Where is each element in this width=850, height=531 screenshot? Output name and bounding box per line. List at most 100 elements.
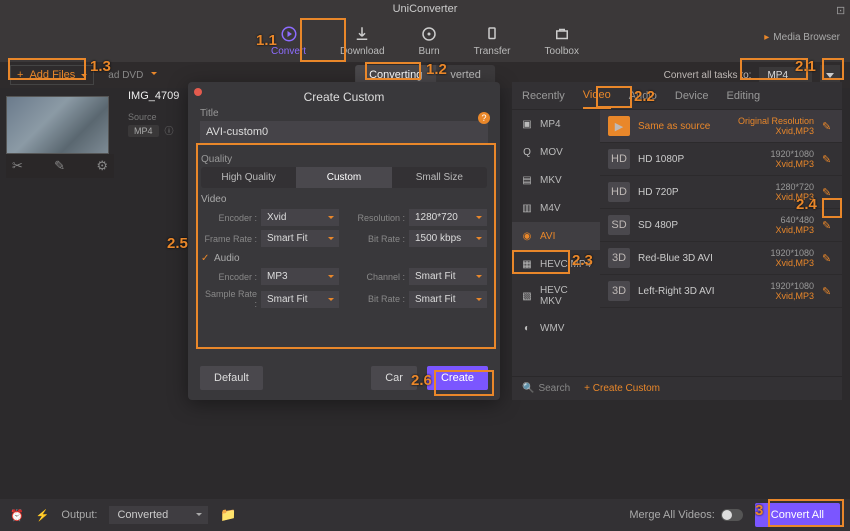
quality-tabs: High Quality Custom Small Size: [201, 167, 487, 188]
nav-burn-label: Burn: [419, 46, 440, 57]
annotation-2-1: 2.1: [795, 58, 816, 75]
edit-preset-icon[interactable]: ✎: [822, 120, 834, 132]
nav-burn[interactable]: Burn: [419, 24, 440, 57]
window-title: UniConverter: [0, 0, 850, 18]
open-folder-icon[interactable]: 📁: [220, 507, 236, 523]
annotation-1-1: 1.1: [256, 32, 277, 49]
help-icon[interactable]: ?: [478, 112, 490, 124]
default-button[interactable]: Default: [200, 366, 263, 390]
v-resolution-select[interactable]: 1280*720: [409, 209, 487, 226]
v-encoder-select[interactable]: Xvid: [261, 209, 339, 226]
tab-recently[interactable]: Recently: [522, 84, 565, 108]
quality-high[interactable]: High Quality: [201, 167, 296, 188]
edit-preset-icon[interactable]: ✎: [822, 186, 834, 198]
hevc-mp4-icon: ▦: [520, 257, 534, 271]
format-hevc-mkv[interactable]: ▧HEVC MKV: [512, 278, 600, 314]
tab-video[interactable]: Video: [583, 83, 611, 109]
v-framerate-select[interactable]: Smart Fit: [261, 230, 339, 247]
a-channel-select[interactable]: Smart Fit: [409, 268, 487, 285]
info-icon[interactable]: ⓘ: [165, 124, 174, 137]
edit-preset-icon[interactable]: ✎: [822, 153, 834, 165]
preset-3d-leftright[interactable]: 3D Left-Right 3D AVI 1920*1080Xvid,MP3 ✎: [600, 275, 842, 308]
source-label: Source: [128, 112, 179, 122]
preset-icon: HD: [608, 182, 630, 202]
format-mp4[interactable]: ▣MP4: [512, 110, 600, 138]
nav-transfer[interactable]: Transfer: [474, 24, 511, 57]
a-encoder-label: Encoder :: [201, 272, 257, 282]
annotation-2-5: 2.5: [167, 235, 188, 252]
search-icon: 🔍: [522, 383, 534, 394]
burn-icon: [419, 24, 439, 44]
mov-icon: Q: [520, 145, 534, 159]
a-encoder-select[interactable]: MP3: [261, 268, 339, 285]
v-encoder-label: Encoder :: [201, 213, 257, 223]
gpu-icon[interactable]: ⚡: [36, 509, 50, 522]
a-samplerate-select[interactable]: Smart Fit: [261, 291, 339, 308]
tab-editing[interactable]: Editing: [727, 84, 761, 108]
media-browser-link[interactable]: ▸ Media Browser: [764, 32, 840, 43]
add-files-button[interactable]: + Add Files: [10, 65, 94, 85]
window-control-icon[interactable]: ⊡: [836, 4, 846, 14]
format-panel: Recently Video Audio Device Editing ▣MP4…: [512, 82, 842, 400]
annotation-2-4: 2.4: [796, 196, 817, 213]
preset-3d-redblue[interactable]: 3D Red-Blue 3D AVI 1920*1080Xvid,MP3 ✎: [600, 242, 842, 275]
create-button[interactable]: Create: [427, 366, 488, 390]
search-presets[interactable]: 🔍Search: [522, 383, 570, 394]
format-avi[interactable]: ◉AVI: [512, 222, 600, 250]
close-modal-icon[interactable]: [194, 88, 202, 96]
mkv-icon: ▤: [520, 173, 534, 187]
hevc-mkv-icon: ▧: [520, 289, 534, 303]
preset-icon: HD: [608, 149, 630, 169]
quality-small[interactable]: Small Size: [392, 167, 487, 188]
quality-label: Quality: [201, 154, 487, 165]
custom-title-input[interactable]: [200, 121, 488, 143]
preset-same-as-source[interactable]: ▶ Same as source Original ResolutionXvid…: [600, 110, 842, 143]
format-mov[interactable]: QMOV: [512, 138, 600, 166]
format-category-tabs: Recently Video Audio Device Editing: [512, 82, 842, 110]
preset-hd-1080p[interactable]: HD HD 1080P 1920*1080Xvid,MP3 ✎: [600, 143, 842, 176]
output-path-select[interactable]: Converted: [109, 506, 208, 524]
edit-preset-icon[interactable]: ✎: [822, 219, 834, 231]
a-channel-label: Channel :: [349, 272, 405, 282]
v-bitrate-select[interactable]: 1500 kbps: [409, 230, 487, 247]
schedule-icon[interactable]: ⏰: [10, 509, 24, 522]
annotation-2-6: 2.6: [411, 372, 432, 389]
create-custom-link[interactable]: + Create Custom: [584, 383, 660, 394]
toolbox-icon: [552, 24, 572, 44]
a-bitrate-select[interactable]: Smart Fit: [409, 291, 487, 308]
output-label: Output:: [61, 509, 97, 521]
edit-preset-icon[interactable]: ✎: [822, 252, 834, 264]
nav-download[interactable]: Download: [340, 24, 384, 57]
video-thumbnail[interactable]: [6, 96, 109, 154]
format-mkv[interactable]: ▤MKV: [512, 166, 600, 194]
create-custom-modal: Create Custom Title ? Quality High Quali…: [188, 82, 500, 400]
merge-toggle-row: Merge All Videos:: [629, 509, 742, 521]
thumb-tools: ✂ ✎ ⚙: [6, 154, 114, 178]
edit-preset-icon[interactable]: ✎: [822, 285, 834, 297]
annotation-1-3: 1.3: [90, 58, 111, 75]
tab-device[interactable]: Device: [675, 84, 709, 108]
audio-check-icon[interactable]: ✓: [201, 253, 211, 263]
annotation-2-2: 2.2: [634, 88, 655, 105]
format-m4v[interactable]: ▥M4V: [512, 194, 600, 222]
add-files-label: Add Files: [29, 69, 75, 81]
v-framerate-label: Frame Rate :: [201, 234, 257, 244]
main-nav: Convert Download Burn Transfer Toolbox ▸…: [0, 18, 850, 62]
settings-box: Quality High Quality Custom Small Size V…: [200, 147, 488, 316]
edit-icon[interactable]: ✎: [54, 158, 65, 174]
v-bitrate-label: Bit Rate :: [349, 234, 405, 244]
nav-toolbox[interactable]: Toolbox: [545, 24, 579, 57]
convert-icon: [279, 24, 299, 44]
preset-sd-480p[interactable]: SD SD 480P 640*480Xvid,MP3 ✎: [600, 209, 842, 242]
quality-custom[interactable]: Custom: [296, 167, 391, 188]
settings-icon[interactable]: ⚙: [96, 158, 108, 174]
nav-download-label: Download: [340, 46, 384, 57]
convert-all-button[interactable]: Convert All: [755, 503, 840, 527]
annotation-1-2: 1.2: [426, 61, 447, 78]
merge-toggle[interactable]: [721, 509, 743, 521]
trim-icon[interactable]: ✂: [12, 158, 23, 174]
load-dvd-button[interactable]: ad DVD: [108, 70, 157, 81]
format-wmv[interactable]: ◐WMV: [512, 314, 600, 342]
nav-toolbox-label: Toolbox: [545, 46, 579, 57]
media-browser-icon: ▸: [764, 32, 769, 43]
